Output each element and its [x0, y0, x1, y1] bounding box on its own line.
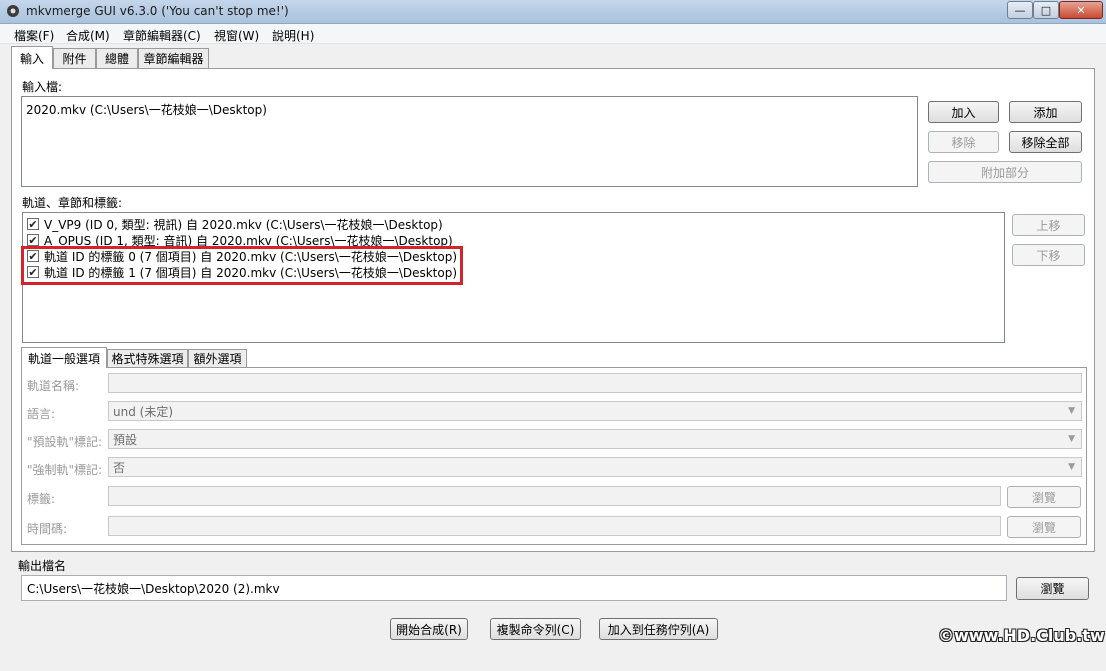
- language-label: 語言:: [27, 407, 56, 421]
- subtab-format-options[interactable]: 格式特殊選項: [107, 349, 188, 367]
- language-select[interactable]: und (未定) ▼: [108, 401, 1082, 421]
- tab-chapter-editor[interactable]: 章節編輯器: [138, 48, 209, 68]
- track-label: V_VP9 (ID 0, 類型: 視訊) 自 2020.mkv (C:\User…: [44, 217, 443, 232]
- remove-all-button[interactable]: 移除全部: [1009, 131, 1082, 153]
- add-parts-button[interactable]: 附加部分: [928, 161, 1082, 183]
- copy-command-line-button[interactable]: 複製命令列(C): [490, 618, 581, 640]
- forced-track-label: "強制軌"標記:: [27, 463, 103, 477]
- highlight-annotation: [21, 246, 463, 285]
- tab-attachments[interactable]: 附件: [53, 48, 96, 68]
- tab-input[interactable]: 輸入: [11, 46, 53, 69]
- menu-chapter-editor[interactable]: 章節編輯器(C): [123, 27, 201, 44]
- chevron-down-icon: ▼: [1068, 434, 1075, 444]
- tab-global[interactable]: 總體: [96, 48, 138, 68]
- input-files-label: 輸入檔:: [22, 80, 63, 94]
- default-track-label: "預設軌"標記:: [27, 435, 103, 449]
- remove-button[interactable]: 移除: [928, 131, 999, 153]
- add-button[interactable]: 加入: [928, 101, 999, 123]
- move-up-button[interactable]: 上移: [1012, 214, 1085, 236]
- minimize-button[interactable]: —: [1007, 1, 1033, 19]
- track-checkbox[interactable]: ✔: [27, 218, 39, 230]
- add-to-job-queue-button[interactable]: 加入到任務佇列(A): [599, 618, 718, 640]
- timecodes-input[interactable]: [108, 516, 1001, 536]
- input-file-item[interactable]: 2020.mkv (C:\Users\一花枝娘一\Desktop): [26, 101, 267, 118]
- track-name-input[interactable]: [108, 373, 1082, 393]
- timecodes-label: 時間碼:: [27, 522, 68, 536]
- menu-file[interactable]: 檔案(F): [14, 27, 54, 44]
- menu-bar: 檔案(F) 合成(M) 章節編輯器(C) 視窗(W) 說明(H): [0, 24, 1106, 44]
- forced-track-select[interactable]: 否 ▼: [108, 457, 1082, 477]
- tracks-label: 軌道、章節和標籤:: [22, 196, 123, 210]
- output-filename-label: 輸出檔名: [18, 559, 67, 573]
- subtab-extra-options[interactable]: 額外選項: [188, 349, 247, 367]
- track-name-label: 軌道名稱:: [27, 379, 80, 393]
- tags-input[interactable]: [108, 486, 1001, 506]
- menu-window[interactable]: 視窗(W): [214, 27, 259, 44]
- app-icon: [7, 5, 19, 17]
- subtab-general-options[interactable]: 軌道一般選項: [21, 347, 107, 368]
- default-track-value: 預設: [113, 432, 138, 447]
- tags-browse-button[interactable]: 瀏覽: [1007, 486, 1081, 508]
- chevron-down-icon: ▼: [1068, 406, 1075, 416]
- close-button[interactable]: ✕: [1059, 1, 1103, 19]
- input-files-list[interactable]: 2020.mkv (C:\Users\一花枝娘一\Desktop): [21, 96, 918, 187]
- track-item-video[interactable]: ✔ V_VP9 (ID 0, 類型: 視訊) 自 2020.mkv (C:\Us…: [27, 216, 443, 232]
- language-value: und (未定): [113, 404, 174, 419]
- maximize-button[interactable]: □: [1033, 1, 1059, 19]
- chevron-down-icon: ▼: [1068, 462, 1075, 472]
- output-browse-button[interactable]: 瀏覽: [1016, 577, 1089, 600]
- timecodes-browse-button[interactable]: 瀏覽: [1007, 516, 1081, 538]
- title-bar[interactable]: mkvmerge GUI v6.3.0 ('You can't stop me!…: [0, 0, 1106, 24]
- menu-mux[interactable]: 合成(M): [66, 27, 110, 44]
- default-track-select[interactable]: 預設 ▼: [108, 429, 1082, 449]
- move-down-button[interactable]: 下移: [1012, 244, 1085, 266]
- window-title: mkvmerge GUI v6.3.0 ('You can't stop me!…: [26, 4, 289, 18]
- forced-track-value: 否: [113, 460, 126, 475]
- watermark: ©www.HD.Club.tw: [938, 626, 1105, 645]
- menu-help[interactable]: 說明(H): [272, 27, 314, 44]
- output-filename-input[interactable]: C:\Users\一花枝娘一\Desktop\2020 (2).mkv: [21, 575, 1007, 601]
- tags-label: 標籤:: [27, 492, 56, 506]
- track-checkbox[interactable]: ✔: [27, 234, 39, 246]
- append-button[interactable]: 添加: [1009, 101, 1082, 123]
- start-muxing-button[interactable]: 開始合成(R): [390, 618, 468, 640]
